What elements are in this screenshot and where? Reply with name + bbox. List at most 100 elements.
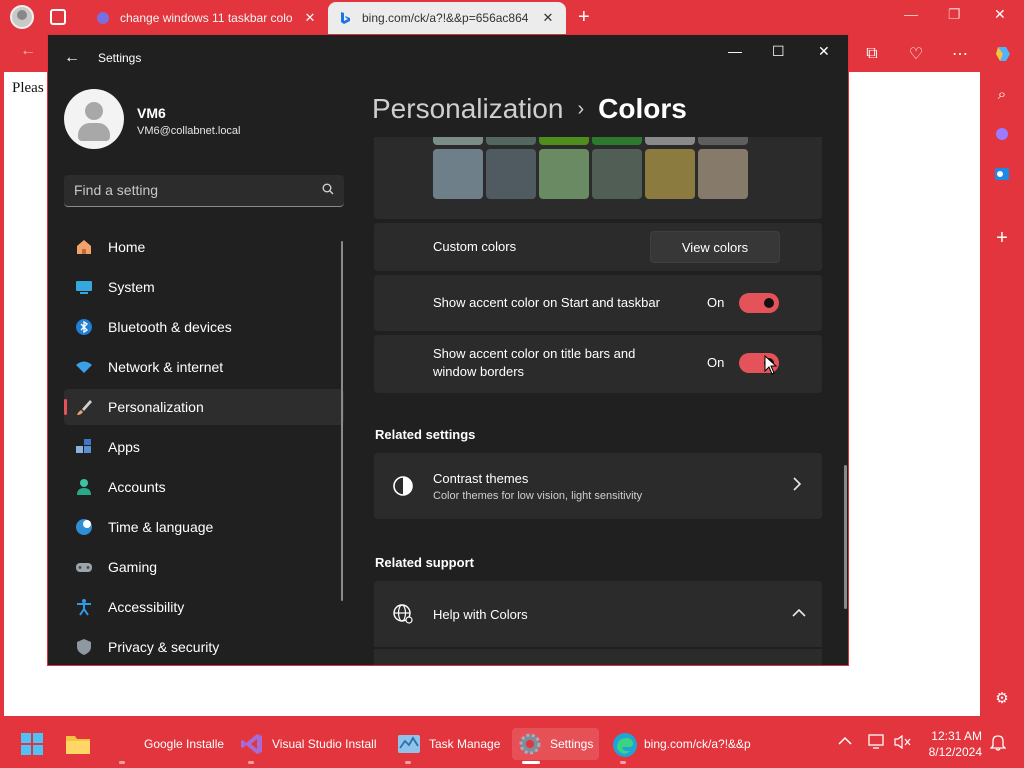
accent-swatch[interactable] [698, 137, 748, 145]
accent-swatch[interactable] [645, 149, 695, 199]
system-icon [74, 277, 94, 297]
accent-swatch[interactable] [645, 137, 695, 145]
taskbar-label: Visual Studio Install [272, 737, 377, 751]
nav-item-accounts[interactable]: Accounts [64, 469, 344, 505]
maximize-icon[interactable]: ❐ [948, 6, 961, 23]
settings-nav: Home System Bluetooth & devices Network … [64, 229, 344, 665]
related-settings-heading: Related settings [375, 427, 476, 442]
nav-item-network[interactable]: Network & internet [64, 349, 344, 385]
profile-avatar-icon[interactable] [10, 5, 34, 29]
volume-muted-icon[interactable] [894, 734, 912, 753]
back-arrow-icon[interactable]: ← [64, 49, 80, 67]
accent-swatch[interactable] [486, 137, 536, 145]
add-sidebar-icon[interactable]: + [992, 227, 1012, 249]
contrast-themes-subtitle: Color themes for low vision, light sensi… [433, 490, 643, 502]
file-explorer-button[interactable] [65, 728, 91, 760]
breadcrumb-parent[interactable]: Personalization [372, 93, 563, 124]
tab-actions-icon[interactable] [50, 9, 66, 25]
browser-essentials-icon[interactable]: ♡ [902, 40, 930, 68]
close-tab-icon[interactable]: ✕ [540, 10, 556, 26]
taskbar-item-visual-studio-installer[interactable]: Visual Studio Install [240, 728, 377, 760]
nav-label: Bluetooth & devices [108, 319, 232, 335]
content-scrollbar[interactable] [844, 465, 847, 609]
accent-swatch[interactable] [539, 137, 589, 145]
bluetooth-icon [74, 317, 94, 337]
nav-scrollbar[interactable] [341, 241, 343, 601]
accent-swatch[interactable] [592, 137, 642, 145]
accent-swatch[interactable] [592, 149, 642, 199]
outlook-icon[interactable] [992, 164, 1012, 184]
taskbar-item-google-installer[interactable]: Google Installe [112, 728, 224, 760]
browser-tab-1[interactable]: change windows 11 taskbar colo ✕ [86, 2, 328, 34]
nav-item-system[interactable]: System [64, 269, 344, 305]
accounts-icon [74, 477, 94, 497]
new-tab-icon[interactable]: + [578, 6, 590, 29]
search-input[interactable] [74, 182, 304, 198]
copilot-sidebar-icon[interactable] [992, 124, 1012, 144]
page-text: Pleas [12, 80, 44, 96]
network-tray-icon[interactable] [868, 734, 886, 753]
search-sidebar-icon[interactable]: ⌕ [992, 84, 1012, 104]
taskbar: Google Installe Visual Studio Install Ta… [0, 720, 1024, 768]
start-button[interactable] [20, 728, 44, 760]
taskbar-item-edge[interactable]: bing.com/ck/a?!&&p [612, 728, 751, 760]
nav-item-home[interactable]: Home [64, 229, 344, 265]
settings-gear-icon [518, 732, 542, 756]
close-window-icon[interactable]: ✕ [994, 6, 1006, 23]
nav-item-privacy[interactable]: Privacy & security [64, 629, 344, 665]
accent-start-taskbar-toggle[interactable] [739, 293, 779, 313]
accent-swatch[interactable] [433, 137, 483, 145]
running-indicator [405, 761, 411, 764]
close-tab-icon[interactable]: ✕ [302, 10, 318, 26]
accent-swatch[interactable] [433, 149, 483, 199]
active-indicator [522, 761, 540, 764]
nav-item-personalization[interactable]: Personalization [64, 389, 344, 425]
tab-favicon-icon [96, 11, 110, 25]
collections-icon[interactable]: ⧉ [858, 40, 886, 68]
nav-item-gaming[interactable]: Gaming [64, 549, 344, 585]
task-manager-icon [397, 732, 421, 756]
copilot-icon[interactable] [990, 40, 1018, 68]
taskbar-item-settings[interactable]: Settings [512, 728, 600, 760]
nav-label: Accounts [108, 479, 166, 495]
help-with-colors-row[interactable]: Help with Colors [374, 581, 822, 647]
brush-icon [74, 397, 94, 417]
visual-studio-icon [240, 732, 264, 756]
nav-item-apps[interactable]: Apps [64, 429, 344, 465]
settings-search-box[interactable] [64, 175, 344, 207]
user-name: VM6 [137, 105, 166, 121]
maximize-icon[interactable]: ☐ [772, 43, 785, 60]
chevron-up-icon[interactable] [838, 734, 852, 749]
accent-swatch[interactable] [698, 149, 748, 199]
notification-bell-icon[interactable] [989, 733, 1007, 754]
search-icon [322, 183, 334, 198]
settings-title-bar: ← Settings — ☐ ✕ [48, 35, 848, 81]
minimize-icon[interactable]: — [904, 6, 918, 22]
browser-tab-2[interactable]: bing.com/ck/a?!&&p=656ac864 ✕ [328, 2, 566, 34]
nav-item-accessibility[interactable]: Accessibility [64, 589, 344, 625]
breadcrumb-separator: › [577, 98, 585, 120]
view-colors-button[interactable]: View colors [650, 231, 780, 263]
contrast-themes-row[interactable]: Contrast themes Color themes for low vis… [374, 453, 822, 519]
chevron-up-icon[interactable] [792, 605, 806, 621]
sidebar-settings-icon[interactable]: ⚙ [992, 688, 1012, 708]
taskbar-label: Task Manage [429, 737, 501, 751]
chevron-right-icon [792, 477, 802, 494]
wifi-icon [74, 357, 94, 377]
tab-title: change windows 11 taskbar colo [120, 11, 293, 25]
nav-item-bluetooth[interactable]: Bluetooth & devices [64, 309, 344, 345]
taskbar-item-task-manager[interactable]: Task Manage [397, 728, 500, 760]
close-icon[interactable]: ✕ [818, 43, 830, 60]
accent-swatch[interactable] [539, 149, 589, 199]
nav-item-time-language[interactable]: Time & language [64, 509, 344, 545]
custom-colors-row: Custom colors View colors [374, 223, 822, 271]
tab-title: bing.com/ck/a?!&&p=656ac864 [362, 11, 529, 25]
accent-title-bars-row: Show accent color on title bars and windo… [374, 335, 822, 393]
apps-icon [74, 437, 94, 457]
system-clock[interactable]: 12:31 AM 8/12/2024 [914, 728, 982, 760]
more-menu-icon[interactable]: ⋯ [946, 40, 974, 68]
minimize-icon[interactable]: — [728, 43, 742, 59]
page-title: Personalization › Colors [372, 93, 687, 125]
accent-swatch[interactable] [486, 149, 536, 199]
browser-back-icon[interactable]: ← [20, 42, 36, 60]
